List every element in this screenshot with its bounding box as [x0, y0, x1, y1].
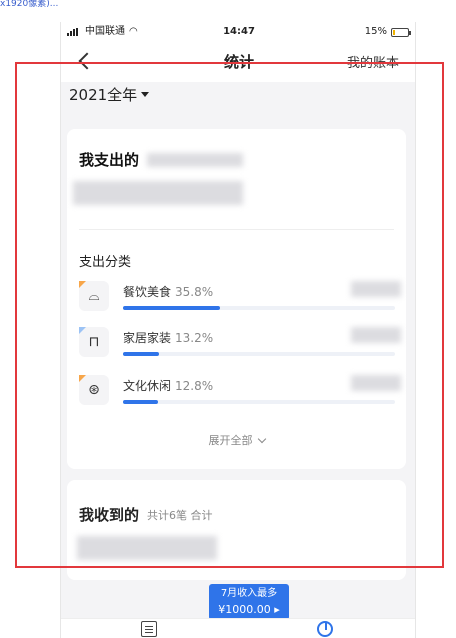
year-selector[interactable]: 2021全年: [69, 84, 150, 105]
redacted-category-amount: [351, 375, 401, 391]
category-percent: 13.2%: [175, 331, 214, 345]
category-bar-fill: [123, 400, 158, 404]
caret-down-icon: [141, 92, 150, 97]
category-row[interactable]: ⌓ 餐饮美食 35.8%: [79, 279, 401, 325]
category-bar-fill: [123, 352, 159, 356]
year-label: 2021全年: [69, 86, 138, 104]
expand-all-button[interactable]: 展开全部: [67, 432, 406, 448]
category-percent: 12.8%: [175, 379, 214, 393]
bottom-tab-bar: [61, 618, 415, 638]
income-card: 我收到的 共计6笔 合计: [67, 480, 406, 580]
top-link-fragment: x1920像素)...: [0, 0, 59, 8]
nav-header: 统计 我的账本: [61, 42, 415, 82]
my-account-link[interactable]: 我的账本: [347, 52, 399, 71]
category-row[interactable]: ⊛ 文化休闲 12.8%: [79, 373, 401, 419]
redacted-category-amount: [351, 327, 401, 343]
income-note: 共计6笔 合计: [147, 509, 213, 522]
category-section-title: 支出分类: [79, 255, 132, 270]
income-title: 我收到的: [79, 506, 140, 524]
category-bar: [123, 400, 395, 404]
category-percent: 35.8%: [175, 285, 214, 299]
dining-icon: ⌓: [79, 281, 109, 311]
status-right: 15%: [364, 22, 411, 42]
film-reel-icon: ⊛: [79, 375, 109, 405]
redacted-category-amount: [351, 281, 401, 297]
battery-percent: 15%: [364, 26, 387, 37]
category-label: 餐饮美食 35.8%: [123, 283, 213, 300]
redacted-amount-heading: [147, 153, 243, 167]
badge-amount: ¥1000.00 ▸: [218, 603, 280, 616]
expand-all-label: 展开全部: [208, 434, 253, 447]
category-label: 文化休闲 12.8%: [123, 377, 213, 394]
category-row[interactable]: ⊓ 家居家装 13.2%: [79, 325, 401, 371]
bill-list-icon[interactable]: [141, 621, 157, 637]
phone-screen: 中国联通 ◠ 14:47 15% 统计 我的账本 2021全年 我支出的 支出分…: [60, 22, 416, 638]
expense-card: 我支出的 支出分类 ⌓ 餐饮美食 35.8% ⊓ 家居家装 13.2% ⊛ 文化休闲…: [67, 129, 406, 469]
status-bar: 中国联通 ◠ 14:47 15%: [61, 22, 415, 42]
pie-chart-icon[interactable]: [317, 621, 333, 637]
status-time: 14:47: [223, 26, 255, 37]
category-bar-fill: [123, 306, 221, 310]
badge-label: 7月收入最多: [220, 588, 278, 599]
category-bar: [123, 352, 395, 356]
category-label: 家居家装 13.2%: [123, 329, 213, 346]
redacted-amount: [73, 181, 243, 205]
top-income-badge[interactable]: 7月收入最多 ¥1000.00 ▸: [209, 584, 289, 620]
chevron-down-icon: [257, 434, 266, 444]
battery-fill: [393, 29, 396, 35]
expense-title: 我支出的: [79, 151, 140, 169]
battery-icon: [391, 27, 411, 37]
sofa-icon: ⊓: [79, 327, 109, 357]
card-divider: [79, 229, 394, 230]
category-name: 家居家装: [123, 331, 172, 345]
category-name: 餐饮美食: [123, 285, 172, 299]
redacted-income-amount: [77, 536, 217, 560]
category-bar: [123, 306, 395, 310]
category-name: 文化休闲: [123, 379, 172, 393]
